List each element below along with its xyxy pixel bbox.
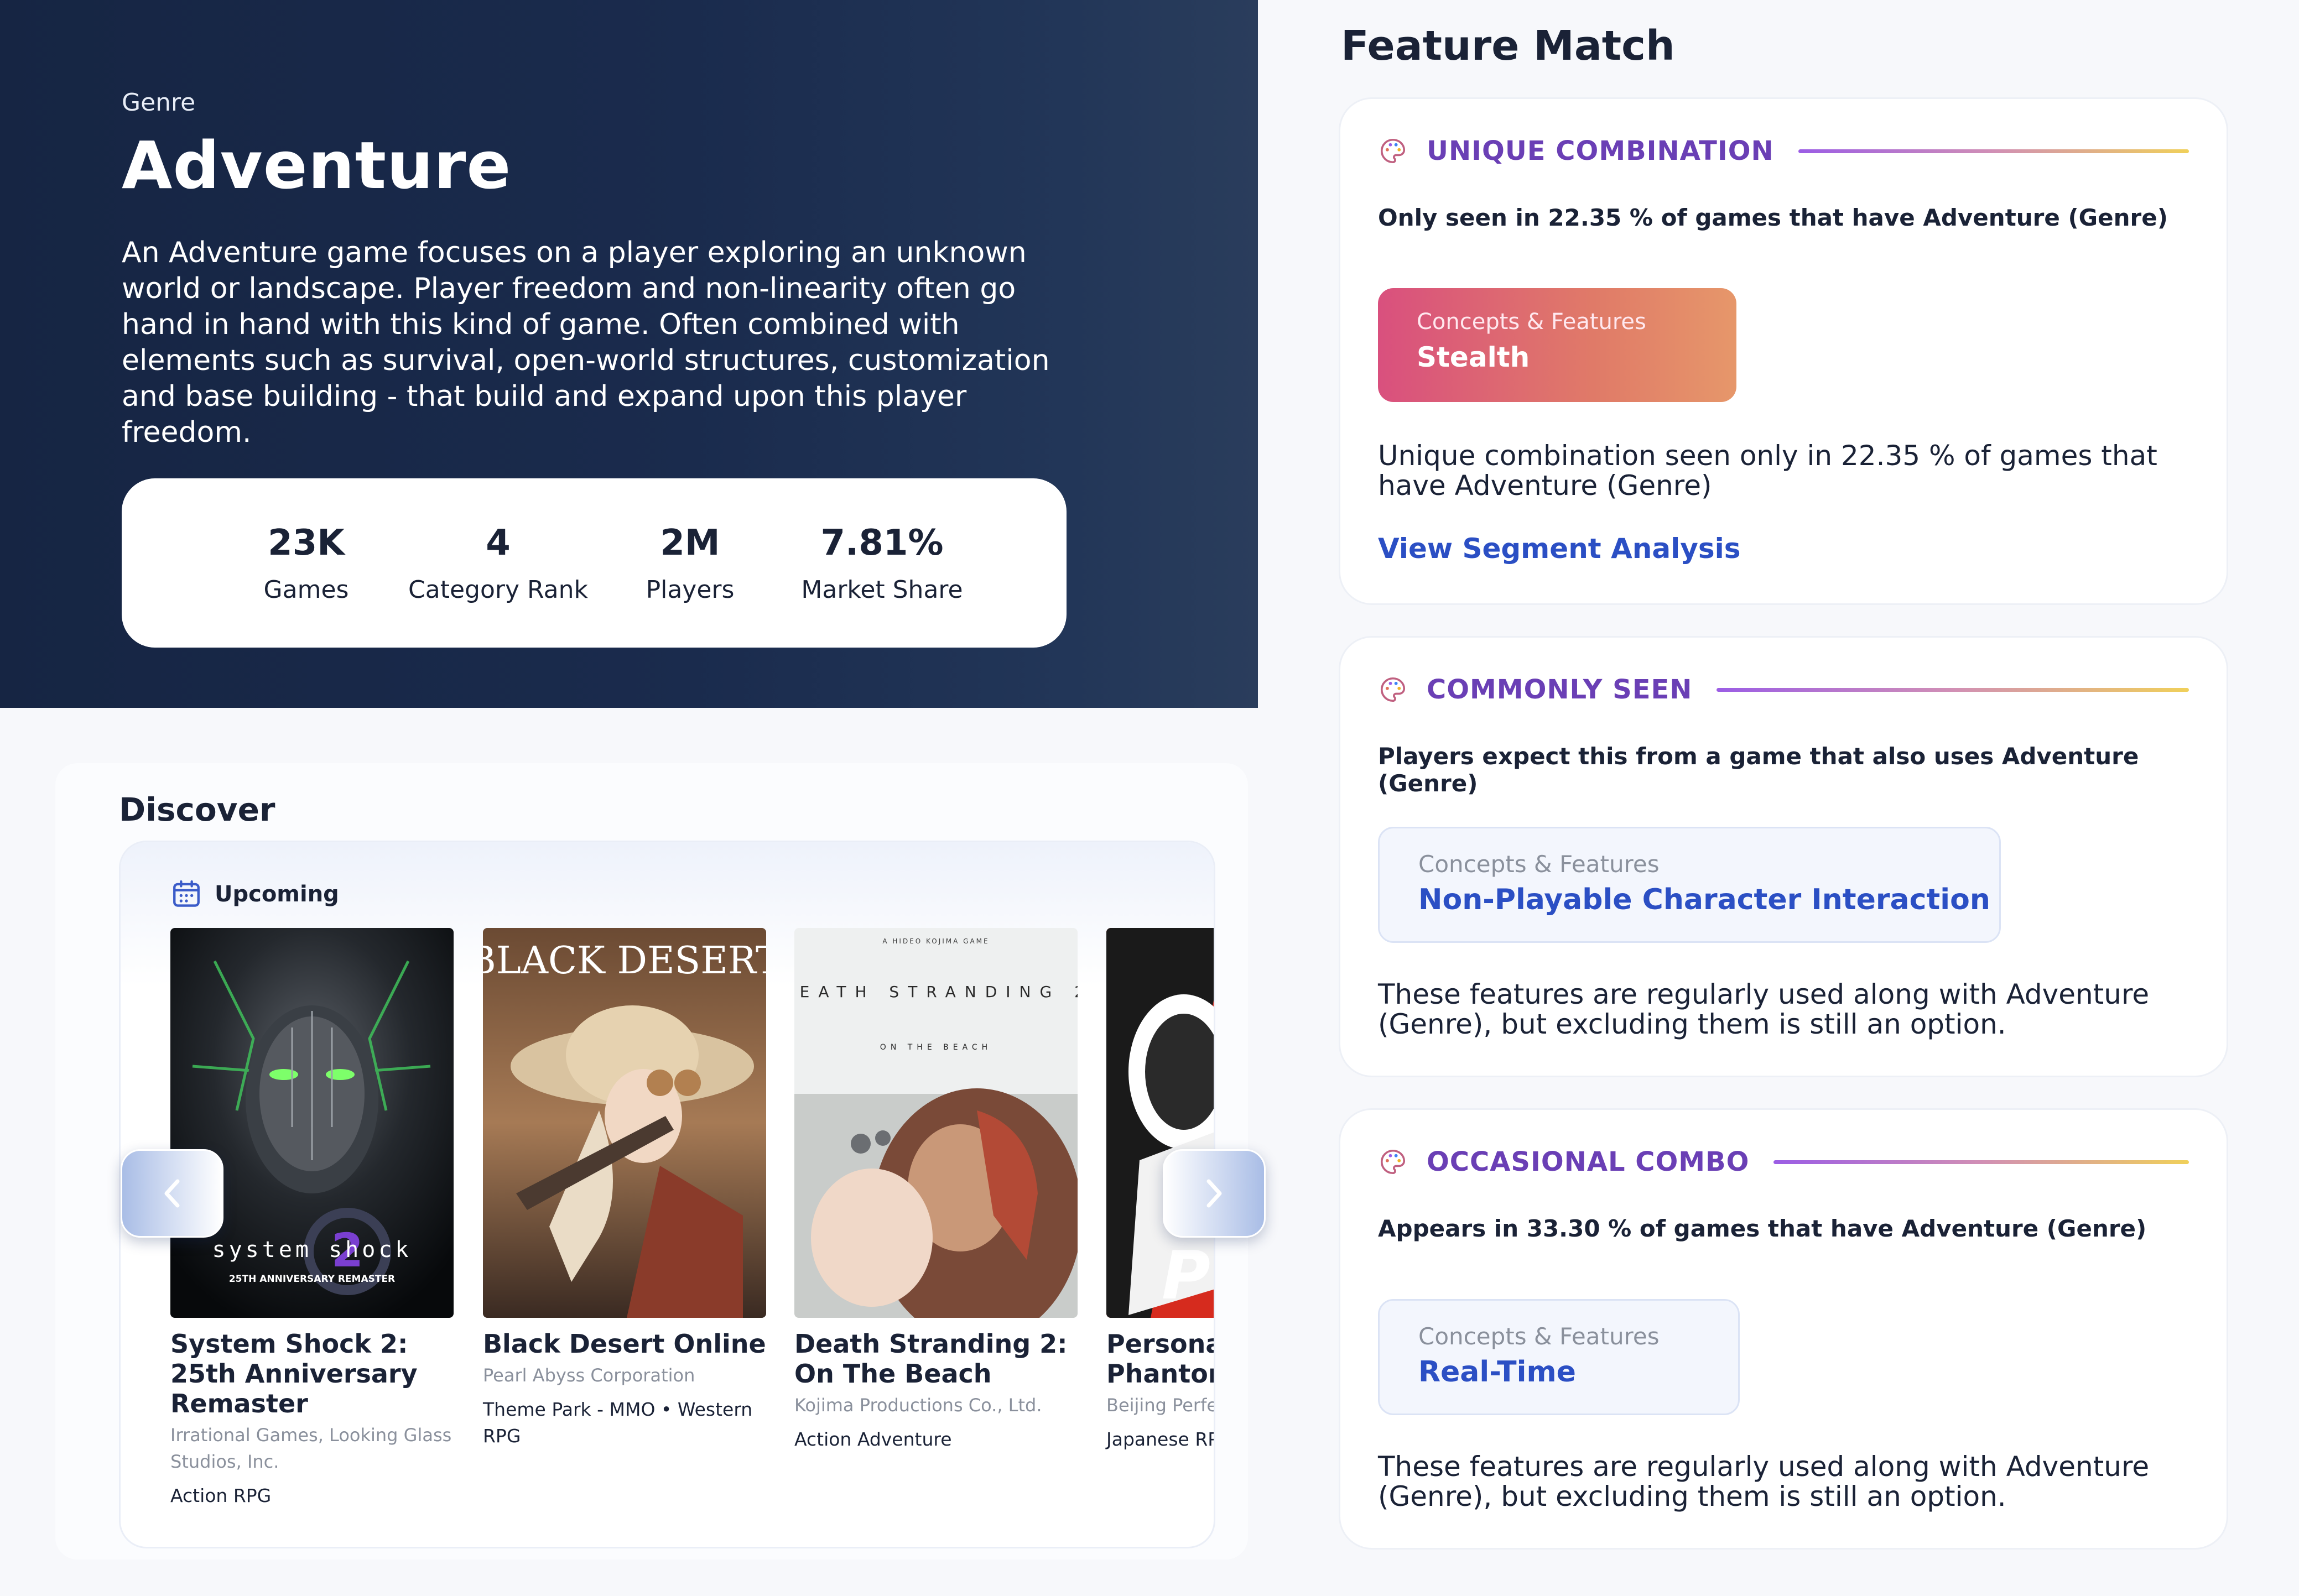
feature-card-header: UNIQUE COMBINATION: [1378, 135, 2189, 166]
feature-card-body: Unique combination seen only in 22.35 % …: [1378, 440, 2157, 502]
feature-card-body: These features are regularly used along …: [1378, 978, 2150, 1040]
cover-subtitle-text: 25TH ANNIVERSARY REMASTER: [229, 1274, 395, 1285]
palette-icon: [1381, 138, 1406, 164]
palette-icon: [1381, 677, 1406, 702]
feature-match-title: Feature Match: [1341, 22, 1675, 70]
feature-card-subtitle: Players expect this from a game that als…: [1378, 743, 2139, 797]
cover-title-text: BLACK DESERT: [483, 939, 766, 983]
stat-label: Games: [263, 575, 349, 604]
chevron-left-icon: [164, 1179, 180, 1208]
calendar-icon: [173, 880, 200, 907]
stat-label: Market Share: [801, 575, 963, 604]
feature-chip-stealth[interactable]: Concepts & Features Stealth: [1378, 288, 1736, 402]
stat-value: 7.81%: [820, 522, 944, 564]
feature-card-commonly-seen: COMMONLY SEEN Players expect this from a…: [1339, 636, 2228, 1077]
cover-title-text: DEATH STRANDING 2: [794, 983, 1078, 1001]
cover-art-persona: P: [1106, 928, 1214, 1318]
game-developer: Pearl Abyss Corporation: [483, 1365, 695, 1386]
feature-chip-npc-interaction[interactable]: Concepts & Features Non-Playable Charact…: [1378, 827, 2001, 943]
stat-players: 2M Players: [594, 523, 786, 604]
chip-name: Non-Playable Character Interaction: [1418, 883, 1990, 916]
game-tags: Action Adventure: [794, 1428, 952, 1450]
cover-kicker-text: A HIDEO KOJIMA GAME: [882, 937, 989, 945]
game-tags: Theme Park - MMO • Western RPG: [483, 1399, 753, 1447]
feature-card-label: OCCASIONAL COMBO: [1427, 1146, 1750, 1177]
upcoming-carousel: Upcoming 2 system shock 25TH ANNIVERSARY…: [119, 841, 1215, 1548]
game-title[interactable]: Black Desert Online: [483, 1329, 766, 1359]
divider-line: [1798, 149, 2189, 153]
chevron-right-icon: [1206, 1179, 1222, 1208]
cover-art-system-shock: 2 system shock 25TH ANNIVERSARY REMASTER: [170, 928, 454, 1318]
svg-text:P: P: [1162, 1238, 1210, 1315]
feature-card-label: UNIQUE COMBINATION: [1427, 135, 1774, 166]
feature-card-subtitle: Appears in 33.30 % of games that have Ad…: [1378, 1215, 2147, 1242]
feature-chip-real-time[interactable]: Concepts & Features Real-Time: [1378, 1299, 1740, 1415]
feature-card-header: OCCASIONAL COMBO: [1378, 1146, 2189, 1177]
chip-name: Stealth: [1417, 341, 1530, 373]
cover-art-black-desert: BLACK DESERT: [483, 928, 766, 1318]
game-cover[interactable]: A HIDEO KOJIMA GAME DEATH STRANDING 2 ON…: [794, 928, 1078, 1318]
game-title[interactable]: Death Stranding 2: On The Beach: [794, 1329, 1078, 1389]
view-segment-analysis-link[interactable]: View Segment Analysis: [1378, 533, 1741, 565]
game-developer: Beijing Perfec Technology D: [1106, 1395, 1214, 1416]
divider-line: [1773, 1160, 2189, 1164]
game-card-black-desert[interactable]: BLACK DESERT Black Desert Online Pearl A…: [483, 928, 766, 1449]
game-tags: Japanese RPG based RPG: [1106, 1428, 1214, 1450]
genre-title: Adventure: [122, 127, 512, 204]
genre-description: An Adventure game focuses on a player ex…: [122, 236, 1050, 449]
game-cover[interactable]: P: [1106, 928, 1214, 1318]
feature-card-subtitle: Only seen in 22.35 % of games that have …: [1378, 204, 2168, 231]
carousel-prev-button[interactable]: [121, 1149, 223, 1238]
genre-hero: Genre Adventure An Adventure game focuse…: [0, 0, 1258, 708]
game-developer: Kojima Productions Co., Ltd.: [794, 1395, 1042, 1416]
stat-market-share: 7.81% Market Share: [786, 523, 978, 604]
stat-category-rank: 4 Category Rank: [402, 523, 594, 604]
discover-section: Discover Upcoming 2 system shock 25TH AN…: [55, 763, 1248, 1560]
game-title[interactable]: Persona … Phantom: [1106, 1329, 1214, 1389]
cover-art-death-stranding: A HIDEO KOJIMA GAME DEATH STRANDING 2 ON…: [794, 928, 1078, 1318]
game-cover[interactable]: BLACK DESERT: [483, 928, 766, 1318]
feature-card-label: COMMONLY SEEN: [1427, 674, 1693, 705]
cover-subtitle-text: ON THE BEACH: [880, 1043, 992, 1052]
chip-category: Concepts & Features: [1417, 309, 1646, 335]
stat-value: 2M: [660, 522, 720, 564]
divider-line: [1717, 687, 2189, 692]
game-card-death-stranding-2[interactable]: A HIDEO KOJIMA GAME DEATH STRANDING 2 ON…: [794, 928, 1078, 1453]
carousel-next-button[interactable]: [1163, 1149, 1266, 1238]
stat-label: Category Rank: [408, 575, 588, 604]
chip-category: Concepts & Features: [1418, 851, 1660, 878]
feature-card-occasional-combo: OCCASIONAL COMBO Appears in 33.30 % of g…: [1339, 1108, 2228, 1550]
palette-icon: [1381, 1149, 1406, 1175]
stat-value: 23K: [268, 522, 345, 564]
discover-title: Discover: [119, 791, 275, 828]
chip-category: Concepts & Features: [1418, 1323, 1660, 1350]
game-developer: Irrational Games, Looking Glass Studios,…: [170, 1425, 452, 1472]
game-cover[interactable]: 2 system shock 25TH ANNIVERSARY REMASTER: [170, 928, 454, 1318]
feature-card-header: COMMONLY SEEN: [1378, 674, 2189, 705]
genre-eyebrow: Genre: [122, 88, 196, 117]
stat-games: 23K Games: [210, 523, 402, 604]
stats-card: 23K Games 4 Category Rank 2M Players 7.8…: [122, 478, 1067, 648]
feature-card-body: These features are regularly used along …: [1378, 1451, 2150, 1512]
chip-name: Real-Time: [1418, 1355, 1576, 1389]
upcoming-label: Upcoming: [215, 882, 339, 907]
feature-card-unique-combination: UNIQUE COMBINATION Only seen in 22.35 % …: [1339, 97, 2228, 605]
stat-label: Players: [646, 575, 735, 604]
cover-title-text: system shock: [212, 1237, 412, 1263]
stat-value: 4: [486, 522, 511, 564]
game-title[interactable]: System Shock 2: 25th Anniversary Remaste…: [170, 1329, 454, 1418]
upcoming-header: Upcoming: [170, 878, 339, 910]
game-tags: Action RPG: [170, 1485, 272, 1506]
